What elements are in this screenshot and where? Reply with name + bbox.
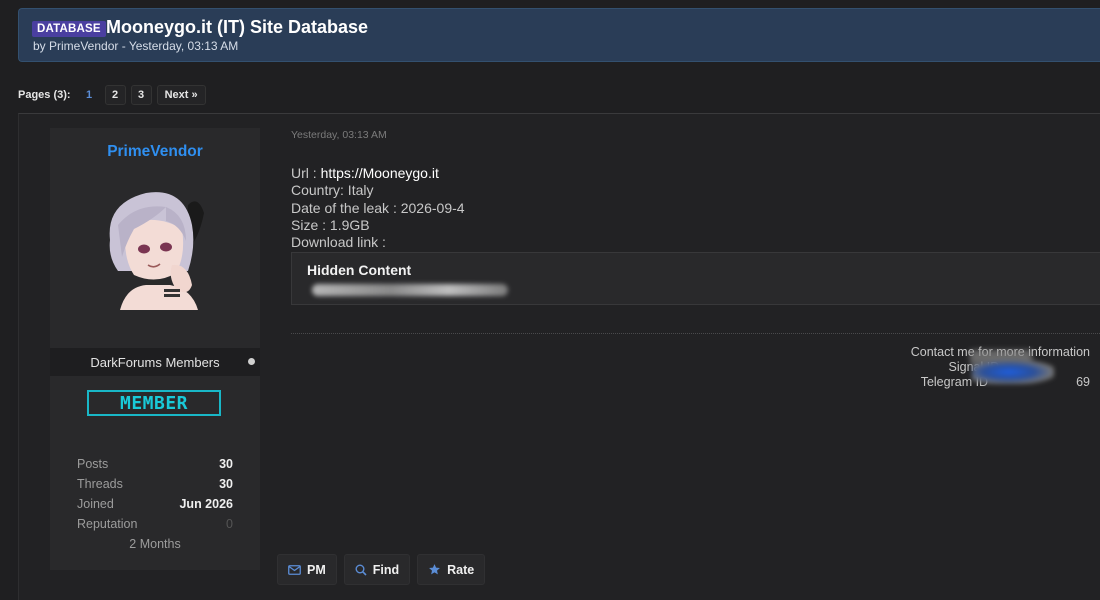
post-country: Country: Italy [291, 182, 374, 199]
post-url-link[interactable]: https://Mooneygo.it [321, 165, 439, 181]
author-username[interactable]: PrimeVendor [50, 143, 260, 161]
search-icon [355, 564, 367, 576]
stat-joined-label: Joined [77, 497, 114, 511]
member-tenure: 2 Months [129, 537, 181, 551]
pagination-label: Pages (3): [18, 88, 71, 101]
signature-telegram-tail: 69 [1076, 375, 1090, 389]
find-button[interactable]: Find [343, 554, 411, 585]
user-group-label: DarkForums Members [90, 354, 220, 370]
envelope-icon [288, 564, 301, 575]
thread-meta: by PrimeVendor - Yesterday, 03:13 AM [33, 39, 239, 53]
hidden-content-box: Hidden Content [291, 252, 1100, 305]
post-date: Yesterday, 03:13 AM [291, 129, 387, 141]
pagination: Pages (3): 1 2 3 Next » [18, 84, 211, 105]
member-rank-badge: MEMBER [87, 390, 221, 416]
stat-posts-label: Posts [77, 457, 109, 471]
online-status-dot-icon [248, 358, 255, 365]
stat-threads-label: Threads [77, 477, 123, 491]
stat-reputation-value[interactable]: 0 [226, 517, 233, 531]
post-actions: PM Find Rate [277, 554, 486, 585]
pm-button-label: PM [307, 562, 326, 577]
stat-reputation-label: Reputation [77, 517, 138, 531]
stat-threads-value[interactable]: 30 [219, 477, 233, 491]
stat-reputation: Reputation 0 [77, 514, 233, 534]
blurred-hidden-link[interactable] [312, 284, 508, 296]
rate-button[interactable]: Rate [417, 554, 486, 585]
thread-title: Mooneygo.it (IT) Site Database [106, 17, 369, 37]
thread-header: DATABASE Mooneygo.it (IT) Site Database … [18, 8, 1100, 62]
user-group-bar: DarkForums Members [50, 348, 260, 376]
next-page-link[interactable]: Next » [156, 84, 206, 105]
page-2-link[interactable]: 2 [104, 84, 126, 105]
signature-divider [291, 333, 1100, 334]
stat-posts: Posts 30 [77, 454, 233, 474]
stat-joined: Joined Jun 2026 [77, 494, 233, 514]
find-button-label: Find [372, 562, 400, 577]
stat-joined-value: Jun 2026 [179, 497, 233, 511]
censor-scribble [972, 360, 1054, 384]
star-icon [429, 564, 441, 575]
hidden-content-title: Hidden Content [307, 262, 412, 278]
post-url-label: Url : [291, 165, 321, 181]
author-card: PrimeVendor DarkForums Members MEMBER Po… [50, 128, 260, 570]
post-body: Url : https://Mooneygo.it Country: Italy… [291, 165, 465, 251]
stat-threads: Threads 30 [77, 474, 233, 494]
page-1-link[interactable]: 1 [79, 85, 100, 105]
post-leak-date: Date of the leak : 2026-09-4 [291, 199, 465, 216]
page-3-link[interactable]: 3 [130, 84, 152, 105]
author-stats: Posts 30 Threads 30 Joined Jun 2026 Repu… [77, 454, 233, 554]
post-download-label: Download link : [291, 234, 386, 251]
avatar-image [109, 192, 204, 310]
post-size: Size : 1.9GB [291, 216, 370, 233]
stat-posts-value[interactable]: 30 [219, 457, 233, 471]
post-url-line: Url : https://Mooneygo.it [291, 165, 465, 182]
rate-button-label: Rate [447, 562, 475, 577]
thread-prefix-badge[interactable]: DATABASE [32, 21, 106, 37]
avatar[interactable] [96, 185, 216, 310]
pm-button[interactable]: PM [277, 554, 337, 585]
